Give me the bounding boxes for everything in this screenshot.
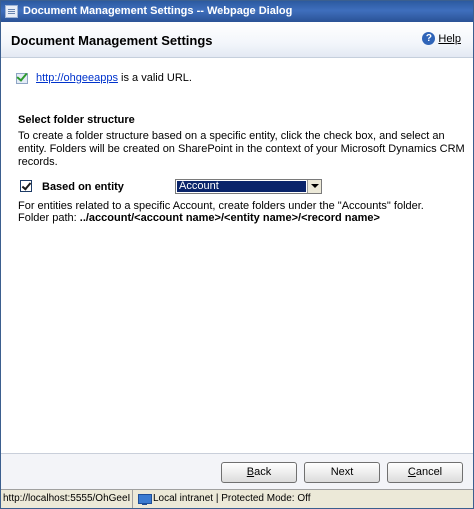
back-button[interactable]: Back: [221, 462, 297, 483]
folder-note-text: For entities related to a specific Accou…: [18, 200, 424, 212]
dialog-title: Document Management Settings -- Webpage …: [23, 5, 293, 17]
webpage-dialog: Document Management Settings -- Webpage …: [0, 0, 474, 509]
entity-row: Based on entity Account: [18, 179, 468, 195]
dialog-titlebar[interactable]: Document Management Settings -- Webpage …: [1, 1, 473, 22]
intranet-zone-icon: [138, 494, 152, 505]
based-on-entity-label: Based on entity: [42, 181, 124, 193]
cancel-button[interactable]: Cancel: [387, 462, 463, 483]
entity-select-value: Account: [177, 181, 306, 192]
folder-note: For entities related to a specific Accou…: [18, 200, 468, 224]
entity-select[interactable]: Account: [175, 179, 322, 194]
settings-content: http://ohgeeapps is a valid URL. Select …: [1, 58, 473, 453]
status-zone: Local intranet | Protected Mode: Off: [153, 493, 311, 504]
based-on-entity-checkbox[interactable]: [20, 180, 32, 192]
folder-path: Folder path: ../account/<account name>/<…: [18, 212, 468, 224]
next-button[interactable]: Next: [304, 462, 380, 483]
validation-message: is a valid URL.: [121, 71, 192, 84]
page-title: Document Management Settings: [11, 33, 213, 48]
valid-check-icon: [16, 71, 30, 84]
help-icon: ?: [422, 32, 436, 45]
folder-path-value: ../account/<account name>/<entity name>/…: [79, 212, 380, 224]
section-description: To create a folder structure based on a …: [18, 130, 465, 168]
chevron-down-icon[interactable]: [307, 180, 321, 193]
dialog-footer: Back Next Cancel: [1, 453, 473, 489]
settings-header: Document Management Settings ? Help: [1, 22, 473, 58]
page-icon: [5, 5, 18, 18]
url-validation: http://ohgeeapps is a valid URL.: [16, 71, 192, 84]
help-link[interactable]: ? Help: [422, 32, 461, 45]
help-label: Help: [438, 32, 461, 45]
cancel-access-key: C: [407, 466, 416, 478]
status-bar: http://localhost:5555/OhGeeI Local intra…: [1, 489, 473, 508]
sharepoint-url-link[interactable]: http://ohgeeapps: [36, 72, 118, 84]
status-url: http://localhost:5555/OhGeeI: [3, 490, 133, 508]
back-access-key: B: [246, 466, 255, 478]
folder-path-label: Folder path:: [18, 212, 77, 224]
section-title: Select folder structure: [18, 114, 135, 126]
cancel-label: ancel: [415, 466, 443, 478]
back-label: ack: [254, 466, 272, 478]
